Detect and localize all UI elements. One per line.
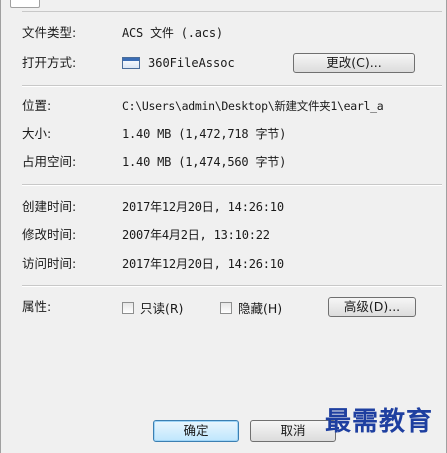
separator-2 <box>22 184 442 186</box>
file-icon-stub <box>10 0 40 8</box>
opens-with-app: 360FileAssoc <box>148 56 235 70</box>
modified-row: 修改时间: 2007年4月2日, 13:10:22 <box>22 225 422 245</box>
hidden-checkbox[interactable] <box>220 302 232 314</box>
modified-value: 2007年4月2日, 13:10:22 <box>122 228 270 242</box>
readonly-checkbox-label[interactable]: 只读(R) <box>140 299 183 319</box>
size-label: 大小: <box>22 126 52 141</box>
size-value: 1.40 MB (1,472,718 字节) <box>122 127 287 141</box>
change-button[interactable]: 更改(C)... <box>293 53 415 73</box>
size-on-disk-label: 占用空间: <box>22 154 77 169</box>
hidden-checkbox-label[interactable]: 隐藏(H) <box>238 299 282 319</box>
separator-1 <box>22 85 442 87</box>
created-value: 2017年12月20日, 14:26:10 <box>122 200 284 214</box>
modified-label: 修改时间: <box>22 227 77 242</box>
created-label: 创建时间: <box>22 199 77 214</box>
opens-with-label: 打开方式: <box>22 55 77 70</box>
advanced-button[interactable]: 高级(D)... <box>328 297 416 317</box>
accessed-row: 访问时间: 2017年12月20日, 14:26:10 <box>22 254 422 274</box>
file-type-value: ACS 文件 (.acs) <box>122 26 223 40</box>
size-on-disk-row: 占用空间: 1.40 MB (1,474,560 字节) <box>22 152 422 172</box>
cancel-button[interactable]: 取消 <box>250 420 336 442</box>
application-icon <box>122 57 140 69</box>
size-row: 大小: 1.40 MB (1,472,718 字节) <box>22 124 422 144</box>
separator-3 <box>22 285 442 287</box>
accessed-value: 2017年12月20日, 14:26:10 <box>122 257 284 271</box>
attributes-label: 属性: <box>22 299 52 314</box>
location-row: 位置: C:\Users\admin\Desktop\新建文件夹1\earl_a <box>22 96 442 116</box>
readonly-checkbox[interactable] <box>122 302 134 314</box>
location-label: 位置: <box>22 98 52 113</box>
size-on-disk-value: 1.40 MB (1,474,560 字节) <box>122 155 287 169</box>
created-row: 创建时间: 2017年12月20日, 14:26:10 <box>22 197 422 217</box>
separator-top <box>22 11 442 12</box>
file-type-row: 文件类型: ACS 文件 (.acs) <box>22 23 422 43</box>
accessed-label: 访问时间: <box>22 256 77 271</box>
dialog-left-border <box>0 0 1 453</box>
file-type-label: 文件类型: <box>22 25 77 40</box>
watermark-logo: 最需教育 <box>325 407 434 437</box>
ok-button[interactable]: 确定 <box>153 420 239 442</box>
location-value: C:\Users\admin\Desktop\新建文件夹1\earl_a <box>122 99 384 113</box>
